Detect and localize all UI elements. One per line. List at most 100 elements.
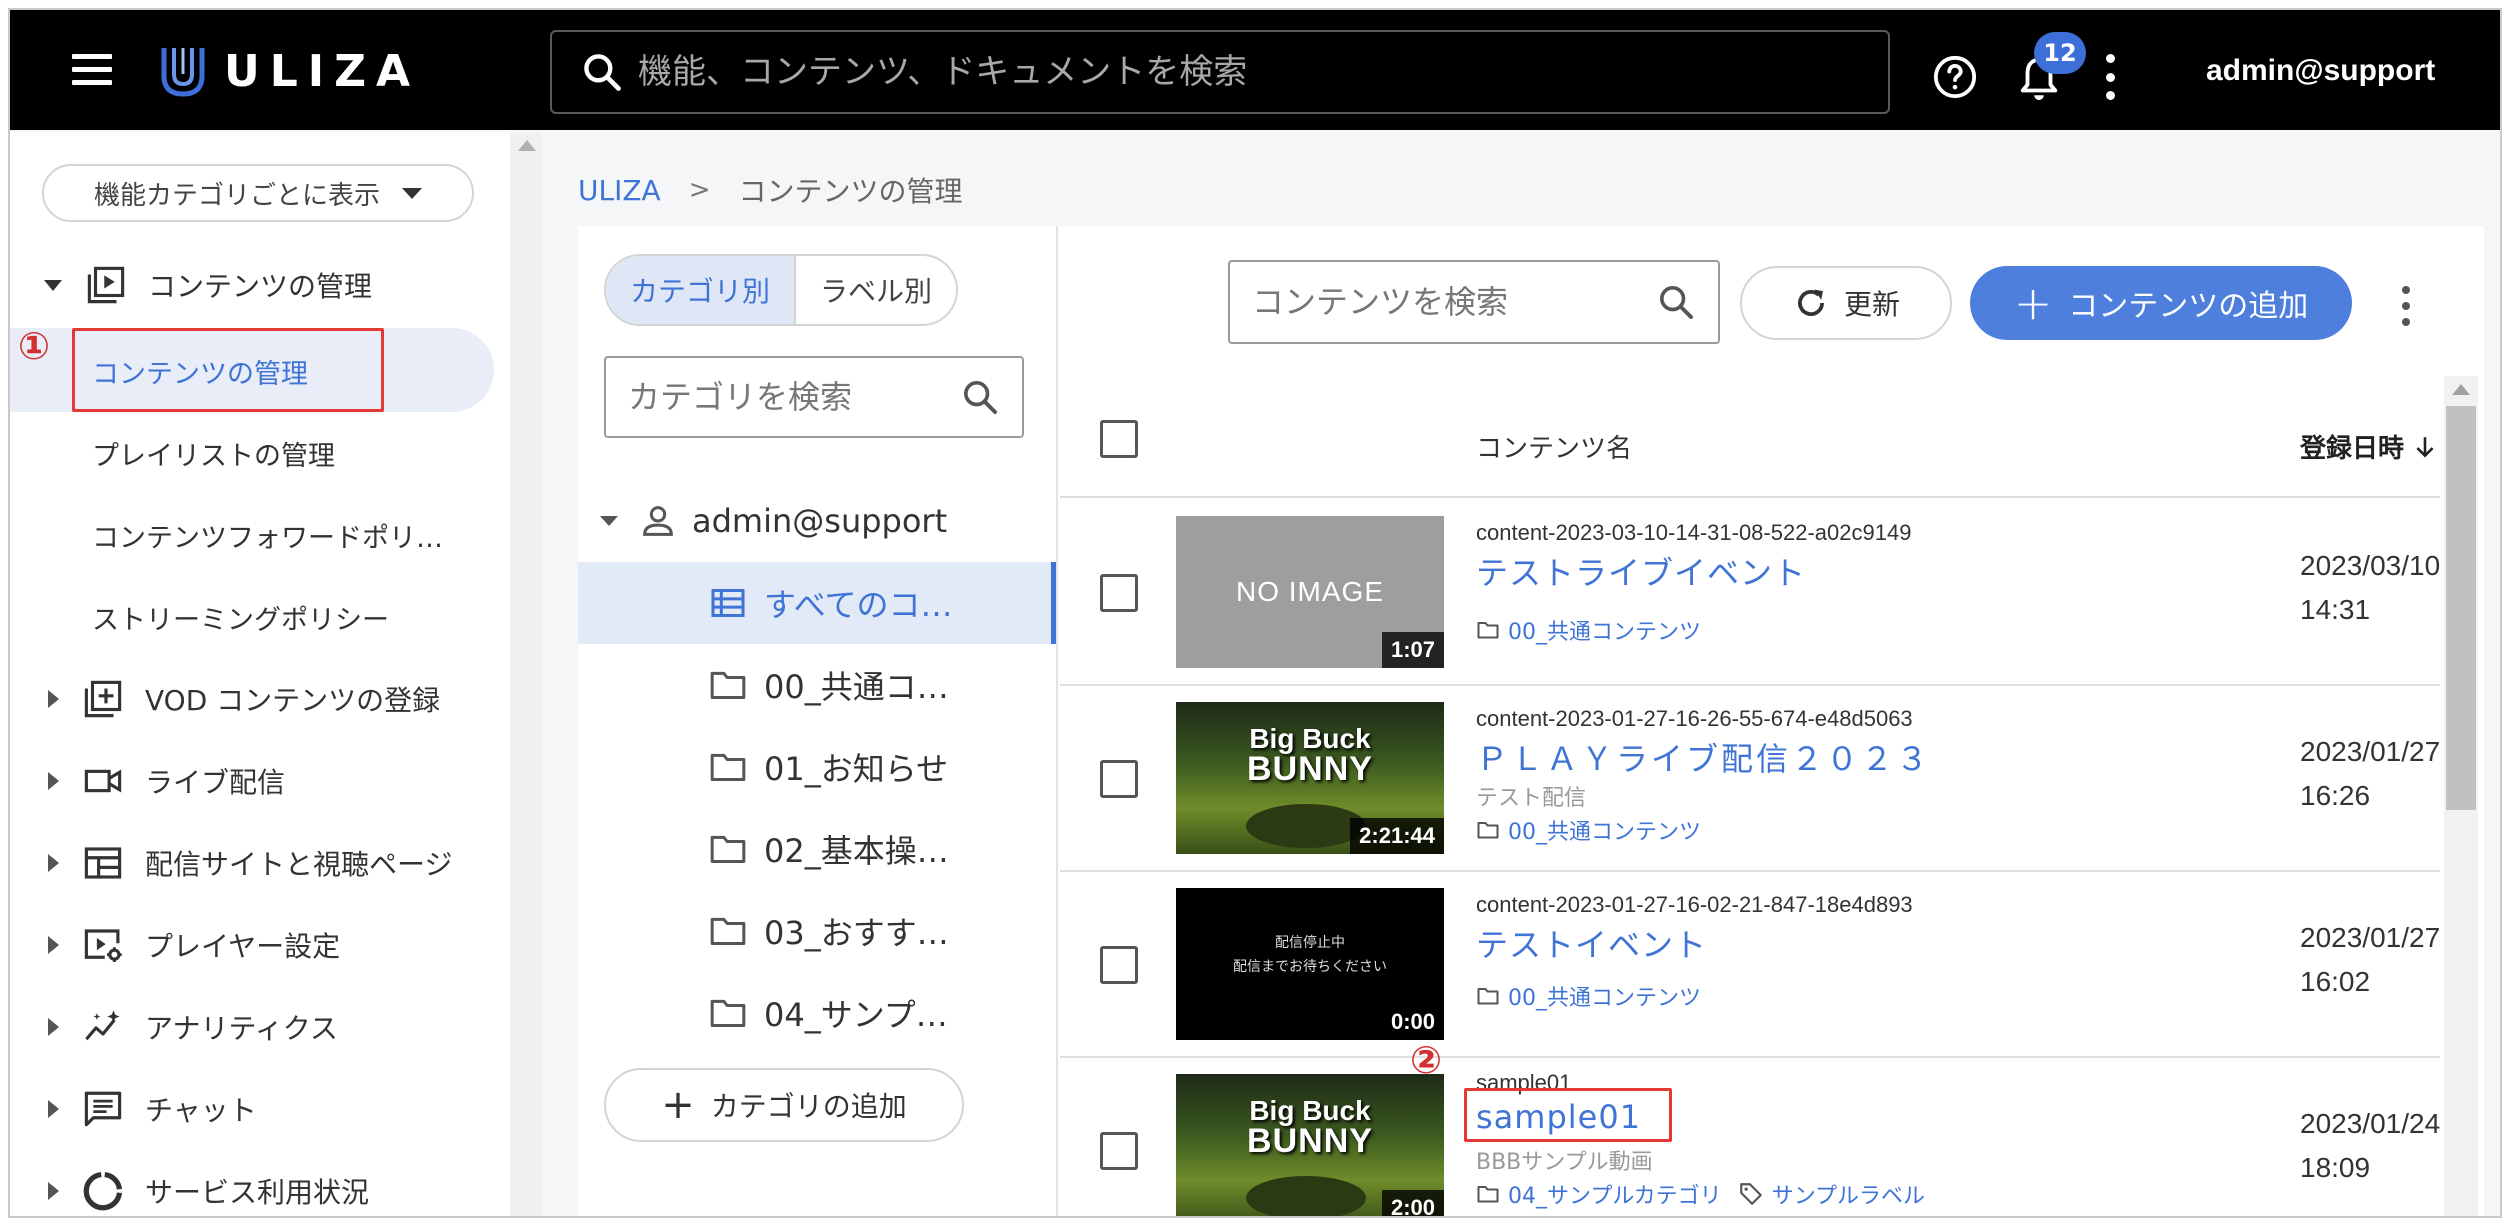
content-date-time: 14:31 — [2300, 594, 2371, 625]
content-label-link[interactable]: サンプルラベル — [1772, 1178, 1925, 1210]
user-menu[interactable]: admin@support — [2206, 54, 2435, 88]
search-icon[interactable] — [1656, 282, 1696, 322]
breadcrumb-root-link[interactable]: ULIZA — [578, 174, 661, 207]
content-description: テスト配信 — [1476, 786, 1587, 811]
thumbnail-stopped-text-1: 配信停止中 — [1275, 935, 1345, 951]
table-row[interactable]: 配信停止中 配信までお待ちください 0:00 content-2023-01-2… — [1060, 872, 2440, 1058]
expand-less-icon — [600, 516, 618, 526]
thumbnail-bunny[interactable]: Big Buck BUNNY 2:21:44 — [1176, 702, 1444, 854]
sidebar-item-streaming-policy[interactable]: ストリーミングポリシー — [92, 598, 389, 637]
refresh-icon — [1798, 289, 1824, 316]
content-scrollbar[interactable] — [2444, 376, 2478, 1216]
sidebar-group-label: サービス利用状況 — [145, 1176, 370, 1209]
thumbnail-bunny[interactable]: Big Buck BUNNY 2:00 — [1176, 1074, 1444, 1216]
category-view-select[interactable]: 機能カテゴリごとに表示 — [42, 164, 474, 222]
sidebar-group-sites[interactable]: 配信サイトと視聴ページ — [10, 822, 510, 904]
category-search[interactable] — [604, 356, 1024, 438]
tree-item-folder[interactable]: 04_サンプ… — [578, 972, 1056, 1054]
row-checkbox[interactable] — [1100, 1132, 1138, 1170]
tree-item-folder[interactable]: 03_おすす… — [578, 890, 1056, 972]
scrollbar-thumb[interactable] — [2446, 406, 2476, 810]
expand-more-icon — [48, 936, 59, 954]
content-title-link[interactable]: ＰＬＡＹライブ配信２０２３ — [1476, 734, 1931, 780]
content-id: content-2023-03-10-14-31-08-522-a02c9149 — [1476, 520, 1912, 545]
content-folder-label: 04_サンプルカテゴリ — [1508, 1184, 1722, 1209]
content-search-input[interactable] — [1252, 283, 1632, 321]
row-checkbox[interactable] — [1100, 574, 1138, 612]
row-checkbox[interactable] — [1100, 946, 1138, 984]
content-search[interactable] — [1228, 260, 1720, 344]
folder-icon — [1477, 1186, 1499, 1203]
content-date: 2023/01/27 16:02 — [2300, 916, 2440, 1004]
content-folder-link[interactable]: 00_共通コンテンツ — [1476, 614, 1701, 646]
more-vert-icon[interactable] — [2400, 286, 2412, 326]
content-date: 2023/01/27 16:26 — [2300, 730, 2440, 818]
thumbnail-no-image[interactable]: NO IMAGE 1:07 — [1176, 516, 1444, 668]
main-card: カテゴリ別 ラベル別 admin@support すべてのコ… 00_共通コ… — [578, 226, 2484, 1216]
content-title-link[interactable]: テストイベント — [1476, 920, 1707, 966]
sidebar-group-label: コンテンツの管理 — [148, 270, 373, 303]
scroll-up-arrow-icon[interactable] — [518, 140, 536, 151]
sidebar-scrollbar[interactable] — [510, 132, 542, 1216]
sidebar-group-analytics[interactable]: アナリティクス — [10, 986, 510, 1068]
tree-item-label: 03_おすす… — [764, 914, 949, 952]
global-search-input[interactable] — [638, 52, 1838, 92]
help-icon[interactable] — [1932, 54, 1978, 100]
tree-root-user[interactable]: admin@support — [578, 480, 1056, 562]
content-panel: 更新 + コンテンツの追加 コンテンツ名 登録日時 NO IMAGE — [1060, 226, 2484, 1216]
expand-more-icon — [48, 1182, 59, 1200]
content-folder-link[interactable]: 00_共通コンテンツ — [1476, 814, 1701, 846]
select-all-checkbox[interactable] — [1100, 420, 1138, 458]
thumbnail-title-line2: BUNNY — [1247, 1122, 1373, 1160]
sidebar-group-live[interactable]: ライブ配信 — [10, 740, 510, 822]
duration-badge: 1:07 — [1381, 632, 1444, 668]
tree-item-folder[interactable]: 02_基本操… — [578, 808, 1056, 890]
tab-label[interactable]: ラベル別 — [796, 256, 956, 324]
arrow-down-icon — [2416, 436, 2434, 458]
tree-item-folder[interactable]: 00_共通コ… — [578, 644, 1056, 726]
thumbnail-title-line2: BUNNY — [1247, 750, 1373, 788]
refresh-button[interactable]: 更新 — [1740, 266, 1952, 340]
more-vert-icon[interactable] — [2102, 54, 2118, 100]
table-row[interactable]: Big Buck BUNNY 2:21:44 content-2023-01-2… — [1060, 686, 2440, 872]
content-date-time: 18:09 — [2300, 1152, 2371, 1183]
content-date-time: 16:26 — [2300, 780, 2371, 811]
tree-item-label: 00_共通コ… — [764, 668, 949, 706]
menu-icon[interactable] — [72, 54, 112, 86]
sidebar-group-chat[interactable]: チャット — [10, 1068, 510, 1150]
donut-icon — [81, 1169, 125, 1213]
content-id: content-2023-01-27-16-02-21-847-18e4d893 — [1476, 892, 1913, 917]
tree-item-label: すべてのコ… — [764, 586, 953, 624]
global-search[interactable] — [550, 30, 1890, 114]
highlight-box-1 — [72, 328, 384, 412]
tab-category[interactable]: カテゴリ別 — [606, 256, 797, 324]
play-box-icon — [84, 263, 128, 307]
content-date-time: 16:02 — [2300, 966, 2371, 997]
row-checkbox[interactable] — [1100, 760, 1138, 798]
search-icon[interactable] — [960, 377, 1000, 417]
add-category-button[interactable]: + カテゴリの追加 — [604, 1068, 964, 1142]
tree-item-all[interactable]: すべてのコ… — [578, 562, 1056, 644]
column-header-name[interactable]: コンテンツ名 — [1476, 428, 1632, 465]
uliza-logo[interactable]: ULIZA — [160, 42, 420, 100]
column-header-date[interactable]: 登録日時 — [2300, 428, 2438, 465]
sidebar-item-playlist-management[interactable]: プレイリストの管理 — [92, 434, 335, 473]
scroll-up-arrow-icon[interactable] — [2452, 384, 2470, 395]
sidebar-group-service-usage[interactable]: サービス利用状況 — [10, 1150, 510, 1216]
sidebar-group-content-management[interactable]: コンテンツの管理 — [10, 244, 510, 326]
sidebar-item-content-forward-policy[interactable]: コンテンツフォワードポリ… — [92, 516, 443, 555]
category-search-input[interactable] — [628, 378, 928, 416]
content-folder-link[interactable]: 00_共通コンテンツ — [1476, 980, 1701, 1012]
table-row[interactable]: NO IMAGE 1:07 content-2023-03-10-14-31-0… — [1060, 500, 2440, 686]
content-title-link[interactable]: テストライブイベント — [1476, 548, 1806, 594]
content-folder-link[interactable]: 04_サンプルカテゴリ サンプルラベル — [1476, 1178, 1925, 1210]
thumbnail-stopped[interactable]: 配信停止中 配信までお待ちください 0:00 — [1176, 888, 1444, 1040]
sidebar-group-vod-registration[interactable]: VOD コンテンツの登録 — [10, 658, 510, 740]
sidebar-group-label: チャット — [145, 1094, 257, 1127]
highlight-box-2 — [1464, 1088, 1672, 1142]
tree-item-folder[interactable]: 01_お知らせ — [578, 726, 1056, 808]
table-row[interactable]: Big Buck BUNNY 2:00 ② sample01 sample01 … — [1060, 1038, 2440, 1216]
add-content-button[interactable]: + コンテンツの追加 — [1970, 266, 2352, 340]
sidebar-group-player[interactable]: プレイヤー設定 — [10, 904, 510, 986]
category-view-select-label: 機能カテゴリごとに表示 — [93, 180, 380, 211]
